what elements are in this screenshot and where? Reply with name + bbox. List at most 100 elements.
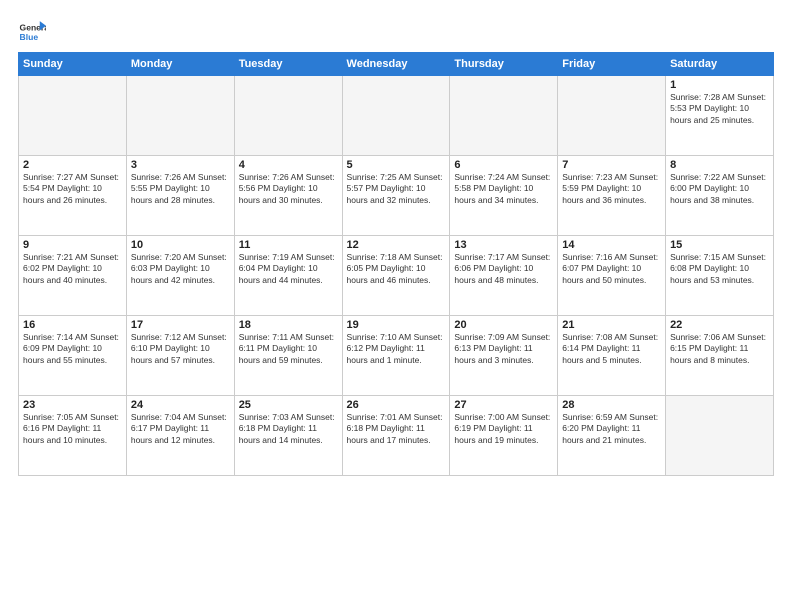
day-info: Sunrise: 7:15 AM Sunset: 6:08 PM Dayligh… [670,252,769,286]
week-row-5: 23Sunrise: 7:05 AM Sunset: 6:16 PM Dayli… [19,396,774,476]
calendar-cell: 25Sunrise: 7:03 AM Sunset: 6:18 PM Dayli… [234,396,342,476]
day-info: Sunrise: 7:10 AM Sunset: 6:12 PM Dayligh… [347,332,446,366]
day-info: Sunrise: 7:11 AM Sunset: 6:11 PM Dayligh… [239,332,338,366]
day-info: Sunrise: 7:24 AM Sunset: 5:58 PM Dayligh… [454,172,553,206]
calendar-cell: 16Sunrise: 7:14 AM Sunset: 6:09 PM Dayli… [19,316,127,396]
calendar-cell [234,76,342,156]
week-row-4: 16Sunrise: 7:14 AM Sunset: 6:09 PM Dayli… [19,316,774,396]
day-number: 25 [239,399,338,411]
day-info: Sunrise: 7:12 AM Sunset: 6:10 PM Dayligh… [131,332,230,366]
day-info: Sunrise: 7:20 AM Sunset: 6:03 PM Dayligh… [131,252,230,286]
day-number: 6 [454,159,553,171]
calendar-cell [126,76,234,156]
calendar-page: General Blue SundayMondayTuesdayWednesda… [0,0,792,612]
calendar-cell: 10Sunrise: 7:20 AM Sunset: 6:03 PM Dayli… [126,236,234,316]
calendar-cell [450,76,558,156]
calendar-cell [558,76,666,156]
day-number: 22 [670,319,769,331]
calendar-cell: 20Sunrise: 7:09 AM Sunset: 6:13 PM Dayli… [450,316,558,396]
day-info: Sunrise: 7:23 AM Sunset: 5:59 PM Dayligh… [562,172,661,206]
day-number: 2 [23,159,122,171]
calendar-cell: 27Sunrise: 7:00 AM Sunset: 6:19 PM Dayli… [450,396,558,476]
weekday-header-sunday: Sunday [19,53,127,76]
calendar-cell: 6Sunrise: 7:24 AM Sunset: 5:58 PM Daylig… [450,156,558,236]
day-info: Sunrise: 7:14 AM Sunset: 6:09 PM Dayligh… [23,332,122,366]
day-number: 9 [23,239,122,251]
day-info: Sunrise: 7:27 AM Sunset: 5:54 PM Dayligh… [23,172,122,206]
calendar-cell: 9Sunrise: 7:21 AM Sunset: 6:02 PM Daylig… [19,236,127,316]
calendar-cell [19,76,127,156]
calendar-cell: 19Sunrise: 7:10 AM Sunset: 6:12 PM Dayli… [342,316,450,396]
day-number: 16 [23,319,122,331]
calendar-cell: 14Sunrise: 7:16 AM Sunset: 6:07 PM Dayli… [558,236,666,316]
day-number: 3 [131,159,230,171]
day-info: Sunrise: 7:19 AM Sunset: 6:04 PM Dayligh… [239,252,338,286]
day-number: 27 [454,399,553,411]
logo-icon: General Blue [18,18,46,46]
calendar-cell: 8Sunrise: 7:22 AM Sunset: 6:00 PM Daylig… [666,156,774,236]
day-number: 12 [347,239,446,251]
calendar-cell: 1Sunrise: 7:28 AM Sunset: 5:53 PM Daylig… [666,76,774,156]
day-info: Sunrise: 7:26 AM Sunset: 5:56 PM Dayligh… [239,172,338,206]
day-number: 19 [347,319,446,331]
day-number: 15 [670,239,769,251]
day-info: Sunrise: 7:21 AM Sunset: 6:02 PM Dayligh… [23,252,122,286]
day-number: 13 [454,239,553,251]
week-row-3: 9Sunrise: 7:21 AM Sunset: 6:02 PM Daylig… [19,236,774,316]
calendar-cell: 17Sunrise: 7:12 AM Sunset: 6:10 PM Dayli… [126,316,234,396]
day-info: Sunrise: 7:22 AM Sunset: 6:00 PM Dayligh… [670,172,769,206]
day-info: Sunrise: 7:25 AM Sunset: 5:57 PM Dayligh… [347,172,446,206]
week-row-2: 2Sunrise: 7:27 AM Sunset: 5:54 PM Daylig… [19,156,774,236]
calendar-cell: 5Sunrise: 7:25 AM Sunset: 5:57 PM Daylig… [342,156,450,236]
day-info: Sunrise: 7:03 AM Sunset: 6:18 PM Dayligh… [239,412,338,446]
day-number: 4 [239,159,338,171]
calendar-cell: 3Sunrise: 7:26 AM Sunset: 5:55 PM Daylig… [126,156,234,236]
calendar-cell [666,396,774,476]
calendar-cell: 18Sunrise: 7:11 AM Sunset: 6:11 PM Dayli… [234,316,342,396]
weekday-header-wednesday: Wednesday [342,53,450,76]
weekday-header-row: SundayMondayTuesdayWednesdayThursdayFrid… [19,53,774,76]
day-info: Sunrise: 7:08 AM Sunset: 6:14 PM Dayligh… [562,332,661,366]
svg-text:Blue: Blue [20,32,39,42]
day-info: Sunrise: 7:26 AM Sunset: 5:55 PM Dayligh… [131,172,230,206]
calendar-cell: 7Sunrise: 7:23 AM Sunset: 5:59 PM Daylig… [558,156,666,236]
calendar-cell: 21Sunrise: 7:08 AM Sunset: 6:14 PM Dayli… [558,316,666,396]
day-number: 24 [131,399,230,411]
weekday-header-thursday: Thursday [450,53,558,76]
calendar-cell: 12Sunrise: 7:18 AM Sunset: 6:05 PM Dayli… [342,236,450,316]
day-number: 23 [23,399,122,411]
day-number: 26 [347,399,446,411]
calendar-cell: 28Sunrise: 6:59 AM Sunset: 6:20 PM Dayli… [558,396,666,476]
header: General Blue [18,14,774,46]
day-number: 28 [562,399,661,411]
week-row-1: 1Sunrise: 7:28 AM Sunset: 5:53 PM Daylig… [19,76,774,156]
calendar-cell: 23Sunrise: 7:05 AM Sunset: 6:16 PM Dayli… [19,396,127,476]
day-info: Sunrise: 7:17 AM Sunset: 6:06 PM Dayligh… [454,252,553,286]
weekday-header-tuesday: Tuesday [234,53,342,76]
day-number: 18 [239,319,338,331]
day-number: 7 [562,159,661,171]
day-info: Sunrise: 7:16 AM Sunset: 6:07 PM Dayligh… [562,252,661,286]
calendar-cell [342,76,450,156]
calendar-cell: 15Sunrise: 7:15 AM Sunset: 6:08 PM Dayli… [666,236,774,316]
logo: General Blue [18,18,49,46]
weekday-header-friday: Friday [558,53,666,76]
weekday-header-monday: Monday [126,53,234,76]
day-info: Sunrise: 7:04 AM Sunset: 6:17 PM Dayligh… [131,412,230,446]
day-number: 11 [239,239,338,251]
day-number: 21 [562,319,661,331]
calendar-cell: 24Sunrise: 7:04 AM Sunset: 6:17 PM Dayli… [126,396,234,476]
day-number: 1 [670,79,769,91]
day-info: Sunrise: 7:01 AM Sunset: 6:18 PM Dayligh… [347,412,446,446]
day-info: Sunrise: 7:09 AM Sunset: 6:13 PM Dayligh… [454,332,553,366]
calendar-cell: 26Sunrise: 7:01 AM Sunset: 6:18 PM Dayli… [342,396,450,476]
calendar-cell: 11Sunrise: 7:19 AM Sunset: 6:04 PM Dayli… [234,236,342,316]
day-info: Sunrise: 7:18 AM Sunset: 6:05 PM Dayligh… [347,252,446,286]
calendar-cell: 4Sunrise: 7:26 AM Sunset: 5:56 PM Daylig… [234,156,342,236]
day-info: Sunrise: 7:06 AM Sunset: 6:15 PM Dayligh… [670,332,769,366]
calendar-cell: 22Sunrise: 7:06 AM Sunset: 6:15 PM Dayli… [666,316,774,396]
day-info: Sunrise: 7:00 AM Sunset: 6:19 PM Dayligh… [454,412,553,446]
day-number: 20 [454,319,553,331]
day-number: 17 [131,319,230,331]
day-info: Sunrise: 6:59 AM Sunset: 6:20 PM Dayligh… [562,412,661,446]
